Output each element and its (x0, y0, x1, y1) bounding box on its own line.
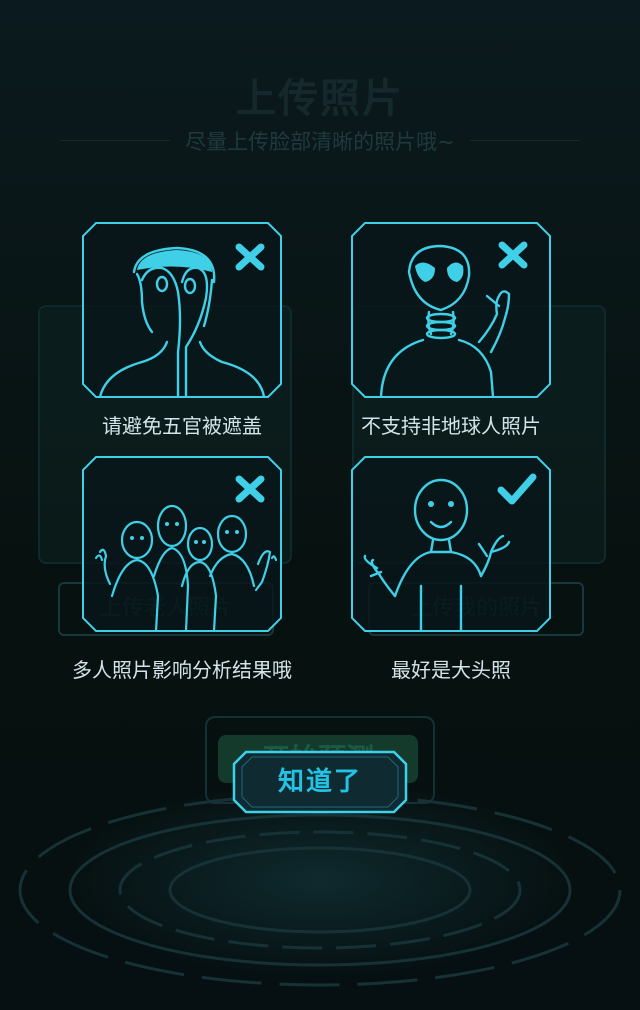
tip-caption: 最好是大头照 (391, 658, 511, 682)
page-title: 上传照片 (236, 76, 404, 122)
page-subtitle: 尽量上传脸部清晰的照片哦~ (185, 130, 455, 154)
tip-caption: 多人照片影响分析结果哦 (72, 658, 292, 682)
tip-caption: 请避免五官被遮盖 (102, 414, 262, 438)
radar-rings-decoration (18, 793, 622, 987)
cross-icon (235, 475, 265, 503)
check-icon (497, 473, 537, 505)
cross-icon (235, 243, 265, 271)
tip-card-headshot (351, 456, 551, 632)
cross-icon (498, 241, 528, 269)
got-it-button[interactable]: 知道了 (232, 750, 408, 814)
tip-card-face-covered (82, 222, 282, 398)
tip-card-alien (351, 222, 551, 398)
got-it-label: 知道了 (277, 767, 362, 797)
tip-caption: 不支持非地球人照片 (361, 414, 541, 438)
tip-card-group-photo (82, 456, 282, 632)
